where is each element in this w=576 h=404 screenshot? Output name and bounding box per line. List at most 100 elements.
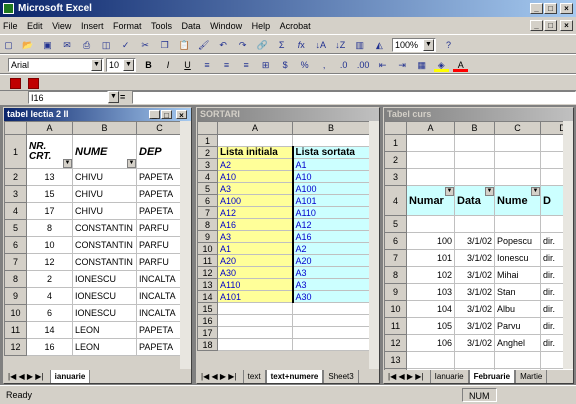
tab-nav-buttons[interactable]: |◀ ◀ ▶ ▶| xyxy=(384,370,428,383)
align-center-icon[interactable]: ≡ xyxy=(219,58,234,72)
cell[interactable]: 2 xyxy=(26,270,73,288)
column-header[interactable]: B xyxy=(72,121,137,135)
cell[interactable]: IONESCU xyxy=(72,287,137,305)
close-button[interactable]: × xyxy=(560,3,573,14)
row-header[interactable]: 16 xyxy=(197,314,218,327)
cell[interactable]: 13 xyxy=(26,168,73,186)
autosum-icon[interactable]: Σ xyxy=(274,38,289,52)
row-header[interactable]: 8 xyxy=(384,266,407,284)
select-all-corner[interactable] xyxy=(4,121,27,135)
tab-februarie[interactable]: Februarie xyxy=(468,370,516,383)
help-icon[interactable]: ? xyxy=(441,38,456,52)
cell[interactable]: A12 xyxy=(217,206,293,219)
cell[interactable]: 105 xyxy=(406,317,455,335)
cell[interactable]: 3/1/02 xyxy=(454,283,495,301)
currency-icon[interactable]: $ xyxy=(278,58,293,72)
row-header[interactable]: 4 xyxy=(384,185,407,216)
save-icon[interactable]: ▣ xyxy=(40,38,55,52)
chevron-down-icon[interactable]: ▼ xyxy=(423,39,434,51)
open-icon[interactable]: 📂 xyxy=(21,38,36,52)
chevron-down-icon[interactable]: ▼ xyxy=(91,59,102,71)
row-header[interactable]: 10 xyxy=(4,304,27,322)
cell[interactable] xyxy=(406,134,455,152)
cell[interactable]: 17 xyxy=(26,202,73,220)
filter-dropdown-icon[interactable]: ▼ xyxy=(127,159,136,168)
cell[interactable]: Mihai xyxy=(494,266,541,284)
copy-icon[interactable]: ❐ xyxy=(157,38,172,52)
cell[interactable] xyxy=(454,134,495,152)
cell[interactable]: 16 xyxy=(26,338,73,356)
menu-tools[interactable]: Tools xyxy=(151,21,172,31)
row-header[interactable]: 4 xyxy=(197,170,218,183)
row-header[interactable]: 10 xyxy=(197,242,218,255)
row-header[interactable]: 7 xyxy=(384,249,407,267)
cell[interactable]: 102 xyxy=(406,266,455,284)
format-painter-icon[interactable]: 🖌 xyxy=(196,38,211,52)
row-header[interactable]: 3 xyxy=(384,168,407,186)
cell[interactable]: A110 xyxy=(291,206,370,219)
maximize-button[interactable]: □ xyxy=(161,110,172,120)
vertical-scrollbar[interactable] xyxy=(369,121,379,369)
merge-center-icon[interactable]: ⊞ xyxy=(258,58,273,72)
header-cell[interactable]: NUME ▼ xyxy=(72,134,137,169)
fill-color-icon[interactable]: ◈ xyxy=(433,58,449,72)
cell[interactable] xyxy=(494,351,541,369)
row-header[interactable]: 1 xyxy=(384,134,407,152)
cell[interactable]: CHIVU xyxy=(72,202,137,220)
function-icon[interactable]: fx xyxy=(294,38,309,52)
row-header[interactable]: 13 xyxy=(384,351,407,369)
spelling-icon[interactable]: ✓ xyxy=(118,38,133,52)
header-cell[interactable]: Lista initiala xyxy=(217,146,293,159)
comma-icon[interactable]: , xyxy=(317,58,332,72)
cell[interactable]: 4 xyxy=(26,287,73,305)
cell[interactable]: A2 xyxy=(217,158,293,171)
menu-format[interactable]: Format xyxy=(113,21,142,31)
cell[interactable]: Anghel xyxy=(494,334,541,352)
font-color-icon[interactable]: A xyxy=(453,58,469,72)
name-box[interactable]: I16 xyxy=(28,91,108,104)
row-header[interactable]: 9 xyxy=(384,283,407,301)
close-button[interactable]: × xyxy=(176,110,187,120)
underline-icon[interactable]: U xyxy=(180,58,195,72)
row-header[interactable]: 6 xyxy=(384,232,407,250)
row-header[interactable]: 3 xyxy=(197,158,218,171)
cell[interactable]: Popescu xyxy=(494,232,541,250)
hyperlink-icon[interactable]: 🔗 xyxy=(255,38,270,52)
cell[interactable]: 3/1/02 xyxy=(454,300,495,318)
row-header[interactable]: 4 xyxy=(4,202,27,220)
cell[interactable]: LEON xyxy=(72,321,137,339)
menu-edit[interactable]: Edit xyxy=(27,21,43,31)
minimize-button[interactable]: _ xyxy=(149,110,160,120)
align-right-icon[interactable]: ≡ xyxy=(239,58,254,72)
filter-dropdown-icon[interactable]: ▼ xyxy=(531,187,540,196)
pdf-email-icon[interactable] xyxy=(28,78,39,89)
filter-dropdown-icon[interactable]: ▼ xyxy=(63,159,72,168)
row-header[interactable]: 2 xyxy=(4,168,27,186)
row-header[interactable]: 8 xyxy=(4,270,27,288)
sort-ascending-icon[interactable]: ↓A xyxy=(313,38,328,52)
percent-icon[interactable]: % xyxy=(297,58,312,72)
formula-input[interactable] xyxy=(132,91,576,104)
doc-close-button[interactable]: × xyxy=(560,20,573,31)
cell[interactable]: CHIVU xyxy=(72,168,137,186)
cell[interactable] xyxy=(494,168,541,186)
cell[interactable]: A12 xyxy=(291,218,370,231)
cell[interactable]: 12 xyxy=(26,253,73,271)
tab-text-numere[interactable]: text+numere xyxy=(265,370,324,383)
row-header[interactable]: 9 xyxy=(197,230,218,243)
header-cell[interactable]: Lista sortata xyxy=(291,146,370,159)
row-header[interactable]: 7 xyxy=(197,206,218,219)
cell[interactable]: CONSTANTIN xyxy=(72,253,137,271)
cell[interactable]: A2 xyxy=(291,242,370,255)
row-header[interactable]: 9 xyxy=(4,287,27,305)
row-header[interactable]: 6 xyxy=(4,236,27,254)
select-all-corner[interactable] xyxy=(384,121,407,135)
filter-dropdown-icon[interactable]: ▼ xyxy=(445,187,454,196)
cell[interactable] xyxy=(494,215,541,233)
tab-martie[interactable]: Martie xyxy=(515,370,548,383)
cell[interactable]: 101 xyxy=(406,249,455,267)
cell[interactable] xyxy=(454,168,495,186)
row-header[interactable]: 8 xyxy=(197,218,218,231)
cell[interactable]: PAPETA xyxy=(136,202,183,220)
cell[interactable]: A110 xyxy=(217,278,293,291)
